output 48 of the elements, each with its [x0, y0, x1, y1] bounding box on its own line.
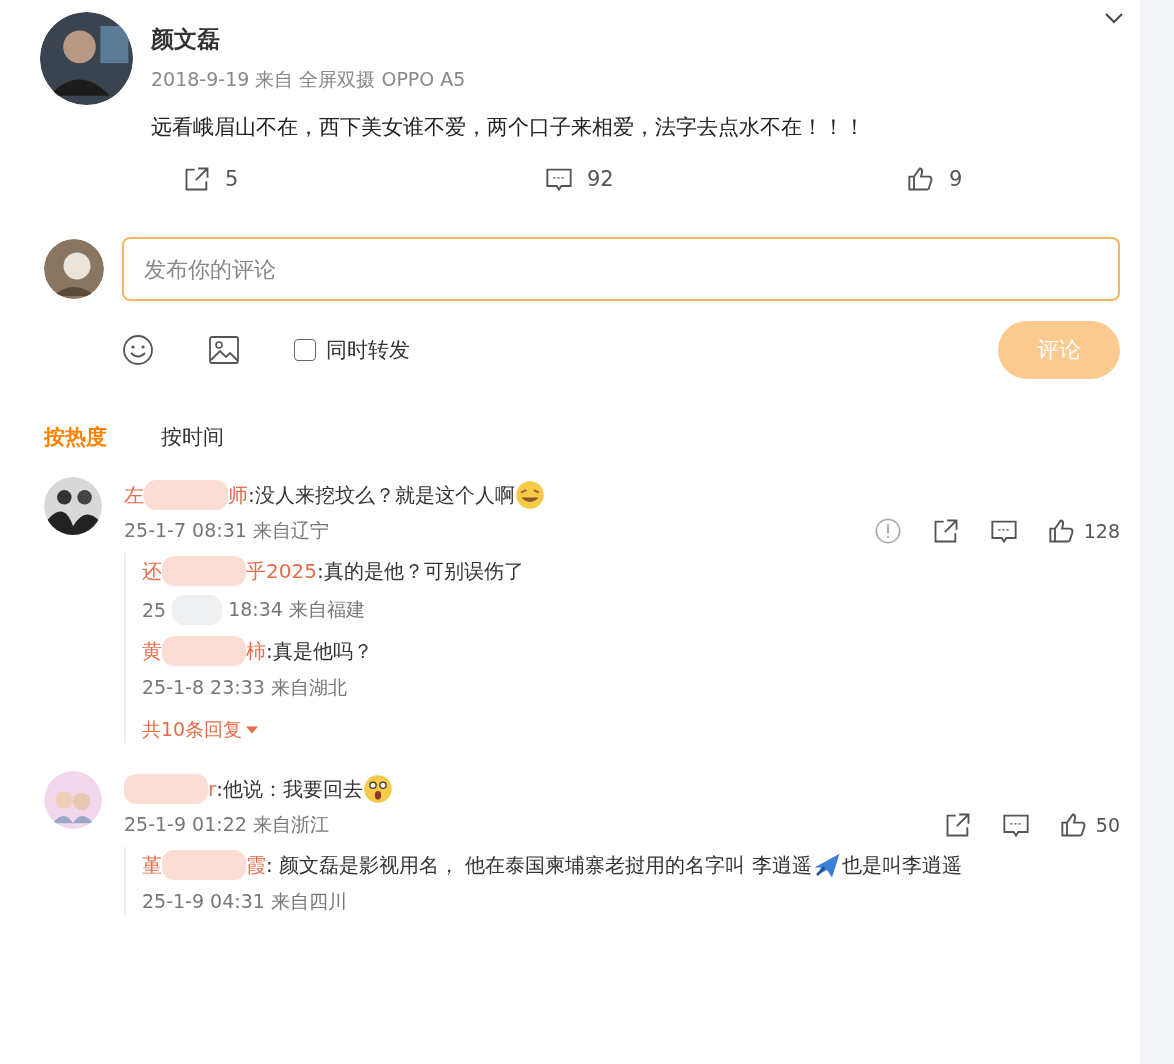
thumbs-up-icon [1047, 517, 1076, 545]
avatar[interactable] [40, 12, 133, 105]
user-name[interactable]: 霞 [246, 847, 266, 883]
share-icon [183, 165, 211, 193]
reply-text: :真的是他？可别误伤了 [316, 558, 524, 585]
thumbs-up-icon [1059, 811, 1088, 839]
user-name[interactable]: 乎2025 [246, 553, 317, 589]
comment-field[interactable]: 发布你的评论 [122, 237, 1120, 301]
avatar[interactable] [44, 477, 102, 535]
user-name[interactable]: 柿 [246, 633, 266, 669]
author-name[interactable]: 颜文磊 [151, 24, 1140, 55]
user-name[interactable]: 黄 [142, 633, 162, 669]
reply-time: 25 [142, 599, 167, 621]
reply-text: 也是叫李逍遥 [841, 852, 962, 879]
comment-time: 25-1-9 01:22 来自浙江 [124, 812, 329, 837]
caret-icon [246, 726, 259, 734]
sort-tab[interactable]: 按时间 [161, 423, 224, 451]
user-name[interactable]: r [208, 771, 217, 807]
user-name[interactable]: 左 [124, 477, 144, 513]
sort-tab[interactable]: 按热度 [44, 423, 107, 451]
emoji-icon [514, 480, 545, 510]
more-replies-link[interactable]: 共10条回复 [142, 717, 259, 743]
chevron-down-icon[interactable] [1104, 12, 1124, 24]
emoji-icon[interactable] [122, 334, 154, 366]
thumbs-up-icon [907, 165, 935, 193]
action-button[interactable]: 9 [907, 165, 1140, 193]
reply-time: 18:34 来自福建 [228, 597, 365, 622]
repost-checkbox[interactable] [294, 339, 316, 361]
reply-text: : 颜文磊是影视用名， 他在泰国柬埔寨老挝用的名字叫 李逍遥 [266, 852, 812, 879]
reply-time: 25-1-9 04:31 来自四川 [142, 889, 347, 914]
user-name[interactable]: 堇 [142, 847, 162, 883]
comment-time: 25-1-7 08:31 来自辽宁 [124, 518, 329, 543]
comment-text: :他说：我要回去 [216, 776, 363, 803]
action-button[interactable]: 92 [545, 165, 907, 193]
like-button[interactable]: 128 [1047, 517, 1120, 545]
reply-text: :真是他吗？ [266, 638, 373, 665]
emoji-icon [363, 774, 393, 804]
post-text: 远看峨眉山不在，西下美女谁不爱，两个口子来相爱，法字去点水不在！！！ [151, 114, 866, 141]
user-name[interactable]: 还 [142, 553, 162, 589]
action-button[interactable]: 5 [183, 165, 545, 193]
image-icon[interactable] [208, 334, 240, 366]
post-meta: 2018-9-19 来自 全屏双摄 OPPO A5 [151, 67, 467, 92]
repost-label: 同时转发 [326, 337, 410, 364]
like-button[interactable]: 50 [1059, 811, 1120, 839]
user-name[interactable]: 师 [228, 477, 248, 513]
comment-text: :没人来挖坟么？就是这个人啊 [248, 482, 515, 509]
reply-time: 25-1-8 23:33 来自湖北 [142, 675, 347, 700]
avatar[interactable] [44, 239, 104, 299]
